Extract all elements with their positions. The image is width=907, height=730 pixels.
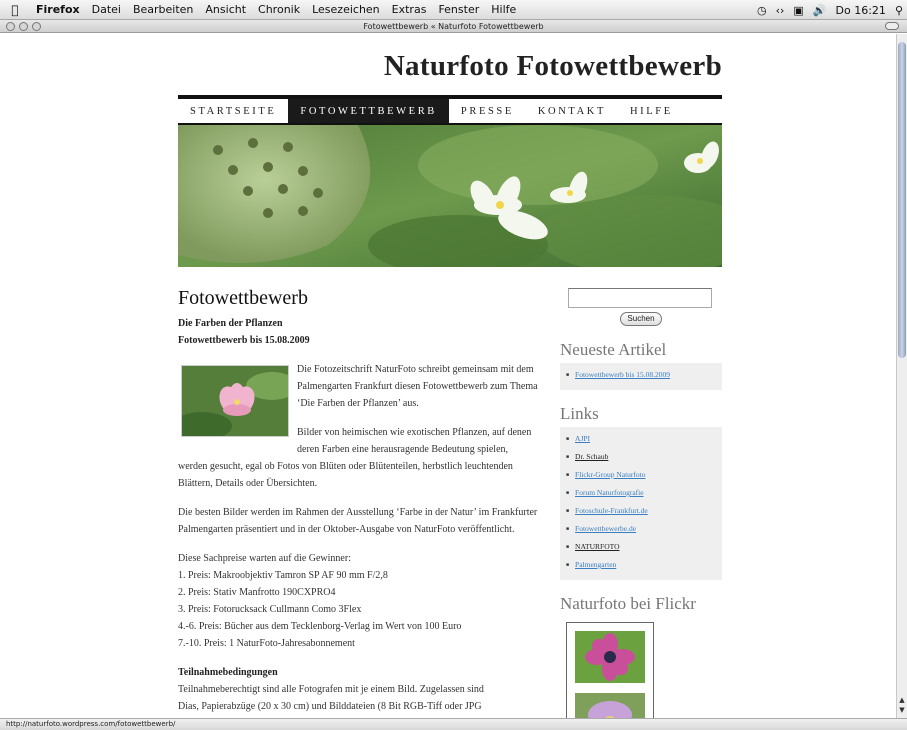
- time-machine-icon[interactable]: ◷: [757, 4, 767, 17]
- menu-fenster[interactable]: Fenster: [432, 3, 485, 16]
- nav-presse[interactable]: PRESSE: [449, 99, 526, 123]
- close-window-button[interactable]: [6, 22, 15, 31]
- menu-lesezeichen[interactable]: Lesezeichen: [306, 3, 386, 16]
- link-naturfoto[interactable]: NATURFOTO: [566, 539, 716, 557]
- menu-chronik[interactable]: Chronik: [252, 3, 306, 16]
- recent-posts-heading: Neueste Artikel: [560, 340, 667, 359]
- volume-icon[interactable]: 🔊: [813, 4, 827, 17]
- links-heading: Links: [560, 404, 599, 423]
- script-icon[interactable]: ‹›: [776, 4, 785, 17]
- minimize-window-button[interactable]: [19, 22, 28, 31]
- link-dr-schaub[interactable]: Dr. Schaub: [566, 449, 716, 467]
- link-fotowettbewerbe[interactable]: Fotowettbewerbe.de: [566, 521, 716, 539]
- link-ajpi[interactable]: AJPI: [566, 431, 716, 449]
- prize-item: 2. Preis: Stativ Manfrotto 190CXPRO4: [178, 587, 336, 598]
- flickr-widget: [566, 622, 654, 718]
- links-list: AJPI Dr. Schaub Flickr-Group Naturfoto F…: [560, 427, 722, 580]
- scrollbar-thumb[interactable]: [898, 42, 906, 358]
- prize-item: 7.-10. Preis: 1 NaturFoto-Jahresabonneme…: [178, 638, 355, 649]
- nav-kontakt[interactable]: KONTAKT: [526, 99, 618, 123]
- status-url: http://naturfoto.wordpress.com/fotowettb…: [6, 720, 176, 728]
- nav-fotowettbewerb[interactable]: FOTOWETTBEWERB: [288, 99, 449, 123]
- window-title: Fotowettbewerb « Naturfoto Fotowettbewer…: [363, 22, 544, 31]
- prizes-list: 1. Preis: Makroobjektiv Tamron SP AF 90 …: [178, 567, 538, 652]
- flickr-heading: Naturfoto bei Flickr: [560, 594, 696, 613]
- zoom-window-button[interactable]: [32, 22, 41, 31]
- link-flickr-group[interactable]: Flickr-Group Naturfoto: [566, 467, 716, 485]
- site-wrapper: Naturfoto Fotowettbewerb STARTSEITE FOTO…: [178, 34, 722, 718]
- toolbar-toggle-button[interactable]: [885, 22, 899, 30]
- scroll-down-arrow-icon[interactable]: ▼: [898, 706, 906, 714]
- link-fotoschule-frankfurt[interactable]: Fotoschule-Frankfurt.de: [566, 503, 716, 521]
- menu-ansicht[interactable]: Ansicht: [199, 3, 252, 16]
- conditions-text-1: Teilnahmeberechtigt sind alle Fotografen…: [178, 684, 484, 695]
- post-deadline: Fotowettbewerb bis 15.08.2009: [178, 335, 310, 346]
- flickr-photo-rose[interactable]: [575, 693, 645, 718]
- menu-bearbeiten[interactable]: Bearbeiten: [127, 3, 199, 16]
- menu-bar:  Firefox Datei Bearbeiten Ansicht Chron…: [0, 0, 907, 20]
- link-forum-naturfotografie[interactable]: Forum Naturfotografie: [566, 485, 716, 503]
- scroll-up-arrow-icon[interactable]: ▲: [898, 696, 906, 704]
- nav-startseite[interactable]: STARTSEITE: [178, 99, 288, 123]
- flickr-photo-anemone[interactable]: [575, 631, 645, 683]
- sidebar: Suchen Neueste Artikel Fotowettbewerb bi…: [560, 288, 722, 718]
- search-button[interactable]: Suchen: [620, 312, 662, 326]
- link-palmengarten[interactable]: Palmengarten: [566, 557, 716, 575]
- search-input[interactable]: [568, 288, 712, 308]
- menu-datei[interactable]: Datei: [86, 3, 127, 16]
- spotlight-search-icon[interactable]: ⚲: [895, 4, 903, 17]
- site-title[interactable]: Naturfoto Fotowettbewerb: [178, 50, 722, 90]
- lotus-flower-photo[interactable]: [181, 365, 289, 437]
- prize-item: 4.-6. Preis: Bücher aus dem Tecklenborg-…: [178, 621, 462, 632]
- post-title[interactable]: Fotowettbewerb: [178, 286, 538, 310]
- apple-menu-icon[interactable]: : [0, 3, 30, 17]
- status-bar: http://naturfoto.wordpress.com/fotowettb…: [0, 718, 907, 730]
- post-subtitle: Die Farben der Pflanzen: [178, 318, 283, 329]
- post-content: Fotowettbewerb Die Farben der Pflanzen F…: [178, 286, 538, 715]
- recent-post-link[interactable]: Fotowettbewerb bis 15.08.2009: [566, 367, 716, 385]
- clock[interactable]: Do 16:21: [836, 4, 886, 17]
- page-viewport: Naturfoto Fotowettbewerb STARTSEITE FOTO…: [0, 34, 896, 718]
- main-nav: STARTSEITE FOTOWETTBEWERB PRESSE KONTAKT…: [178, 95, 722, 125]
- display-icon[interactable]: ▣: [793, 4, 803, 17]
- window-titlebar[interactable]: Fotowettbewerb « Naturfoto Fotowettbewer…: [0, 20, 907, 33]
- prizes-intro: Diese Sachpreise warten auf die Gewinner…: [178, 553, 351, 564]
- prize-item: 3. Preis: Fotorucksack Cullmann Como 3Fl…: [178, 604, 362, 615]
- header-banner-image: [178, 125, 722, 267]
- conditions-text-2: Dias, Papierabzüge (20 x 30 cm) und Bild…: [178, 701, 482, 712]
- conditions-heading: Teilnahmebedingungen: [178, 667, 278, 678]
- recent-posts-list: Fotowettbewerb bis 15.08.2009: [560, 363, 722, 390]
- post-paragraph-3: Die besten Bilder werden im Rahmen der A…: [178, 507, 538, 535]
- menu-app-firefox[interactable]: Firefox: [30, 3, 86, 16]
- prize-item: 1. Preis: Makroobjektiv Tamron SP AF 90 …: [178, 570, 388, 581]
- vertical-scrollbar[interactable]: ▲ ▼: [896, 34, 907, 718]
- menu-hilfe[interactable]: Hilfe: [485, 3, 522, 16]
- nav-hilfe[interactable]: HILFE: [618, 99, 685, 123]
- menu-extras[interactable]: Extras: [386, 3, 433, 16]
